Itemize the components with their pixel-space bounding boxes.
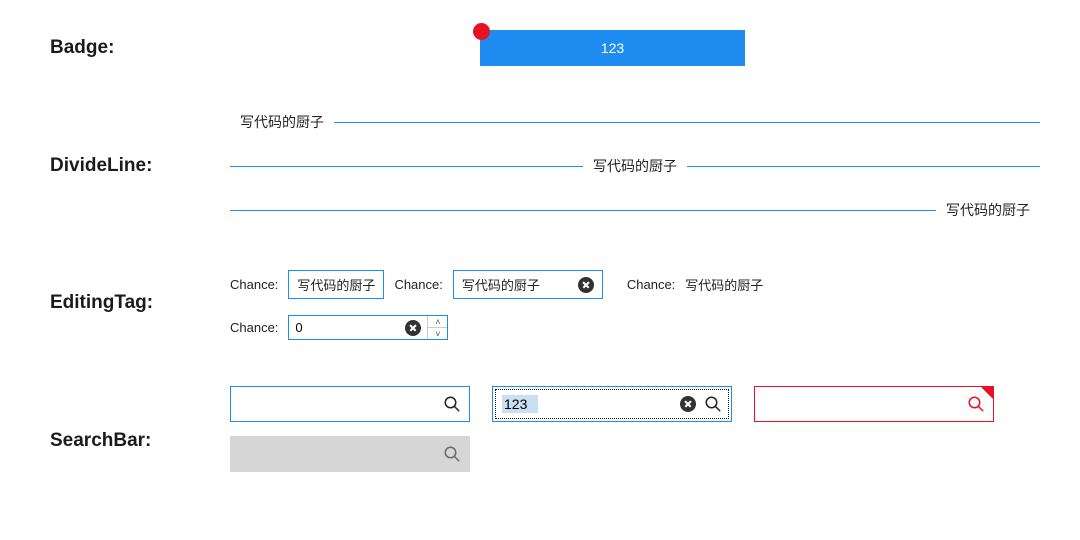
- divider-line: [230, 166, 583, 167]
- tag-simple[interactable]: 写代码的厨子: [288, 270, 384, 299]
- tag-plain: 写代码的厨子: [685, 275, 763, 294]
- search-default[interactable]: [230, 386, 470, 422]
- divider-right: 写代码的厨子: [230, 200, 1040, 220]
- divider-text: 写代码的厨子: [583, 156, 687, 176]
- badge-dot-icon: [473, 23, 490, 40]
- tag-label: Chance:: [230, 320, 278, 335]
- tag-label: Chance:: [627, 277, 675, 292]
- chevron-down-icon[interactable]: ˅: [428, 328, 447, 339]
- tag-label: Chance:: [230, 277, 278, 292]
- search-focused[interactable]: [492, 386, 732, 422]
- search-disabled: [230, 436, 470, 472]
- number-tag[interactable]: ˄ ˅: [288, 315, 448, 340]
- search-input[interactable]: [239, 395, 443, 413]
- search-icon[interactable]: [443, 395, 461, 413]
- divider-line: [230, 210, 936, 211]
- divider-left: 写代码的厨子: [230, 112, 1040, 132]
- tag-text: 写代码的厨子: [297, 275, 375, 294]
- search-input[interactable]: [763, 395, 967, 413]
- tag-text: 写代码的厨子: [462, 275, 540, 294]
- search-icon[interactable]: [704, 395, 722, 413]
- tag-closable[interactable]: 写代码的厨子: [453, 270, 603, 299]
- section-label-divideline: DivideLine:: [50, 155, 230, 177]
- section-label-editingtag: EditingTag:: [50, 292, 230, 314]
- tag-label: Chance:: [394, 277, 442, 292]
- search-input[interactable]: [502, 395, 538, 413]
- divider-line: [334, 122, 1040, 123]
- search-icon[interactable]: [967, 395, 985, 413]
- close-icon[interactable]: [578, 277, 594, 293]
- chevron-up-icon[interactable]: ˄: [428, 316, 447, 328]
- divider-line: [687, 166, 1040, 167]
- badge-button[interactable]: 123: [480, 30, 745, 66]
- search-icon: [443, 445, 461, 463]
- search-error[interactable]: [754, 386, 994, 422]
- search-input: [239, 445, 443, 463]
- divider-center: 写代码的厨子: [230, 156, 1040, 176]
- spinner: ˄ ˅: [427, 316, 447, 339]
- divider-text: 写代码的厨子: [230, 112, 334, 132]
- badge-container: 123: [480, 30, 1040, 66]
- close-icon[interactable]: [405, 320, 421, 336]
- clear-icon[interactable]: [680, 396, 696, 412]
- divider-text: 写代码的厨子: [936, 200, 1040, 220]
- section-label-badge: Badge:: [50, 37, 230, 59]
- section-label-searchbar: SearchBar:: [50, 430, 230, 452]
- number-input[interactable]: [289, 316, 399, 339]
